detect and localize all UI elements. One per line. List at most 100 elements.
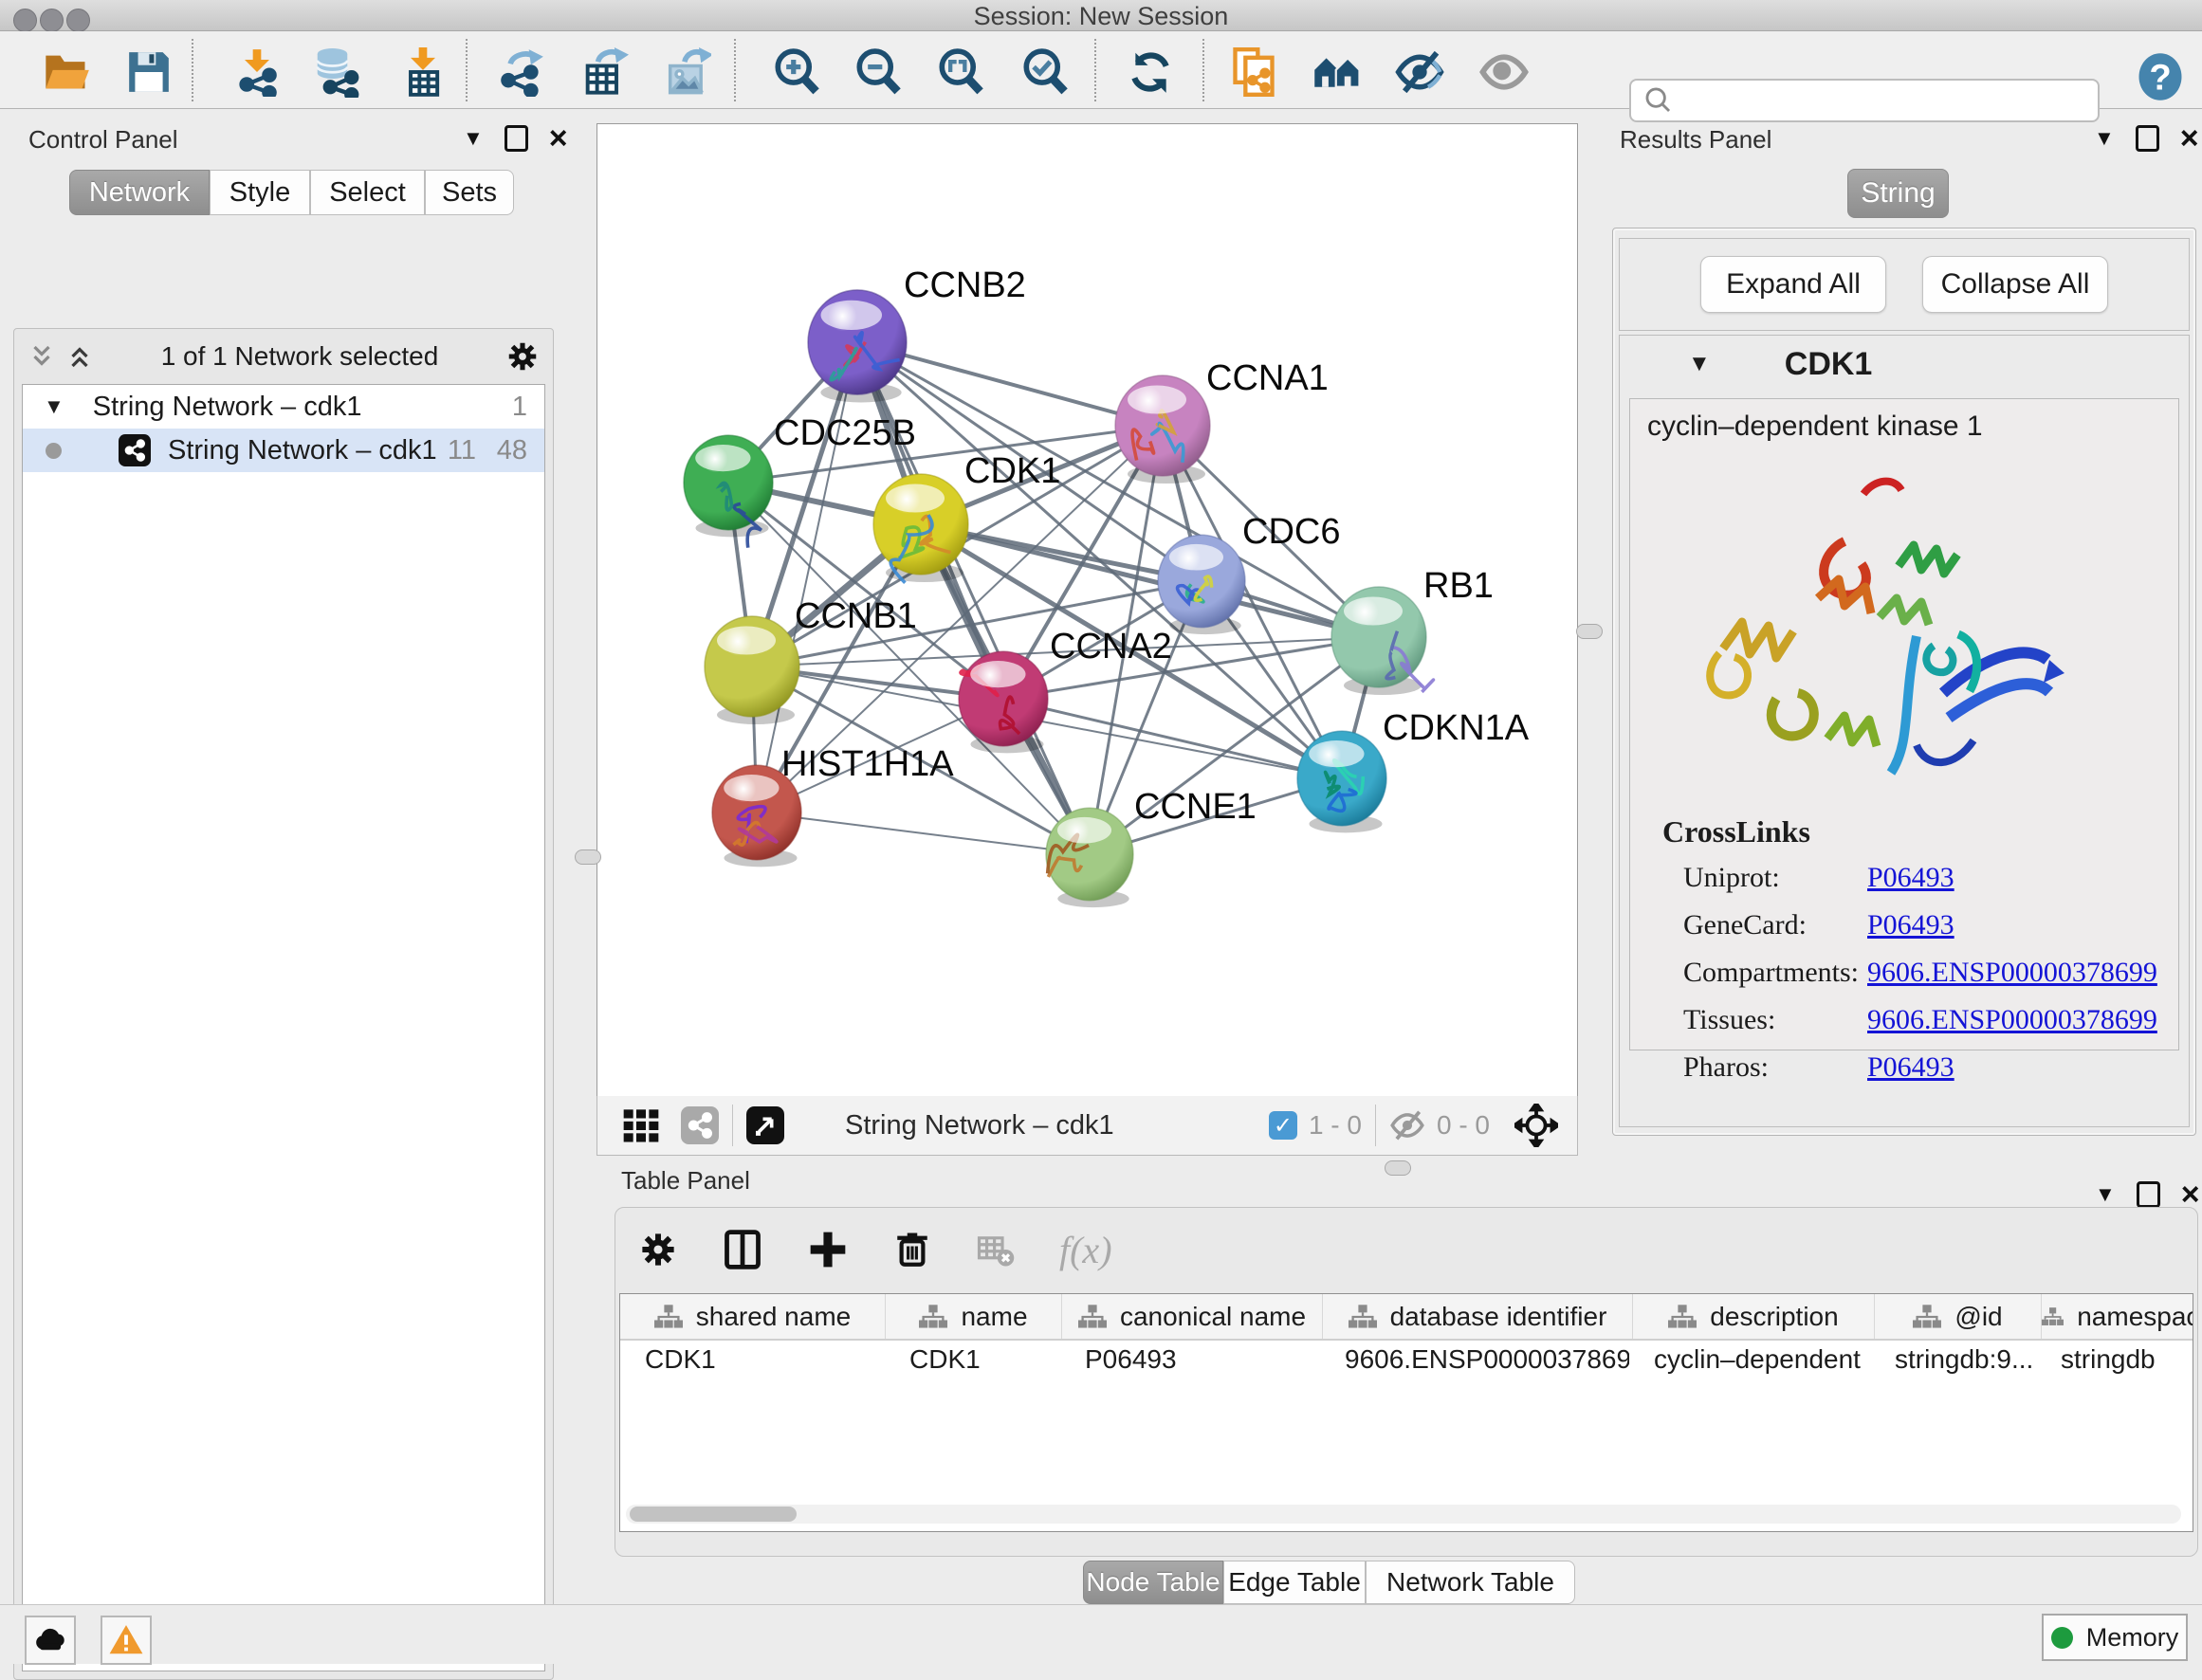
table-row[interactable]: CDK1CDK1P064939606.ENSP00000378699cyclin…: [620, 1341, 2193, 1379]
export-image-button[interactable]: [656, 42, 717, 102]
tab-node-table[interactable]: Node Table: [1083, 1561, 1223, 1604]
table-cell[interactable]: 9606.ENSP00000378699: [1320, 1341, 1629, 1379]
duplicate-network-button[interactable]: [1223, 42, 1284, 102]
entry-header[interactable]: ▼ CDK1: [1620, 336, 2189, 393]
add-column-icon[interactable]: [807, 1229, 849, 1270]
zoom-out-button[interactable]: [848, 42, 908, 102]
table-options-gear-icon[interactable]: [638, 1230, 678, 1269]
memory-button[interactable]: Memory: [2042, 1614, 2188, 1661]
column-header--id[interactable]: @id: [1875, 1294, 2042, 1339]
zoom-fit-button[interactable]: [930, 42, 991, 102]
column-header-shared-name[interactable]: shared name: [620, 1294, 886, 1339]
function-builder-icon[interactable]: f(x): [1059, 1228, 1112, 1272]
column-header-canonical-name[interactable]: canonical name: [1062, 1294, 1323, 1339]
tab-edge-table[interactable]: Edge Table: [1223, 1561, 1366, 1604]
collapse-all-chevron-icon[interactable]: [28, 342, 56, 371]
network-collection-row[interactable]: ▼ String Network – cdk1 1: [23, 385, 544, 429]
column-header-description[interactable]: description: [1633, 1294, 1875, 1339]
panel-float-icon[interactable]: [505, 125, 528, 152]
tab-style[interactable]: Style: [210, 170, 310, 215]
network-node-CCNA2[interactable]: [959, 651, 1048, 753]
table-cell[interactable]: stringdb:9...: [1870, 1341, 2036, 1379]
scrollbar-thumb[interactable]: [630, 1507, 797, 1522]
network-edge[interactable]: [1003, 699, 1342, 778]
grid-view-icon[interactable]: [622, 1106, 660, 1144]
column-header-namespace[interactable]: namespace: [2042, 1294, 2193, 1339]
column-header-database-identifier[interactable]: database identifier: [1323, 1294, 1633, 1339]
crosslink-link[interactable]: P06493: [1867, 862, 1954, 894]
collection-expand-icon[interactable]: ▼: [44, 394, 64, 419]
delete-table-icon[interactable]: [976, 1230, 1016, 1269]
show-columns-icon[interactable]: [722, 1229, 763, 1270]
tab-network-table[interactable]: Network Table: [1366, 1561, 1575, 1604]
table-cell[interactable]: stringdb: [2036, 1341, 2193, 1379]
panel-float-icon[interactable]: [2136, 125, 2159, 152]
panel-collapse-icon[interactable]: ▼: [2095, 1182, 2116, 1207]
delete-column-icon[interactable]: [892, 1230, 932, 1269]
network-node-CCNB1[interactable]: [705, 616, 799, 724]
panel-close-icon[interactable]: ×: [2180, 128, 2199, 149]
table-cell[interactable]: CDK1: [620, 1341, 885, 1379]
left-splitter-handle[interactable]: [575, 849, 601, 865]
tab-select[interactable]: Select: [310, 170, 425, 215]
hidden-eye-slash-icon[interactable]: [1389, 1107, 1425, 1143]
table-horizontal-scrollbar[interactable]: [626, 1505, 2181, 1524]
network-node-CCNE1[interactable]: [1046, 808, 1133, 907]
panel-close-icon[interactable]: ×: [2181, 1184, 2200, 1205]
network-node-CCNA1[interactable]: [1115, 375, 1210, 484]
network-node-CCNB2[interactable]: [808, 290, 907, 403]
show-all-button[interactable]: [1474, 42, 1534, 102]
fit-selected-crosshair-icon[interactable]: [1514, 1104, 1558, 1147]
network-options-gear-icon[interactable]: [505, 339, 540, 374]
expand-all-button[interactable]: Expand All: [1700, 256, 1886, 313]
export-network-button[interactable]: [490, 42, 551, 102]
zoom-selected-button[interactable]: [1015, 42, 1075, 102]
network-edge[interactable]: [757, 813, 1090, 854]
birdseye-view-icon[interactable]: [746, 1106, 784, 1144]
expand-all-chevron-icon[interactable]: [65, 342, 94, 371]
panel-collapse-icon[interactable]: ▼: [2094, 126, 2115, 151]
table-header-row: shared namenamecanonical namedatabase id…: [620, 1294, 2193, 1341]
export-table-button[interactable]: [574, 42, 634, 102]
open-session-button[interactable]: [36, 42, 97, 102]
tab-network[interactable]: Network: [69, 170, 210, 215]
network-node-CDK1[interactable]: [873, 474, 968, 583]
table-cell[interactable]: P06493: [1060, 1341, 1320, 1379]
hide-selected-button[interactable]: [1389, 42, 1450, 102]
tab-string[interactable]: String: [1847, 169, 1949, 218]
panel-float-icon[interactable]: [2137, 1181, 2160, 1208]
network-node-CDC25B[interactable]: [684, 435, 773, 548]
network-view-share-icon[interactable]: [681, 1106, 719, 1144]
network-node-RB1[interactable]: [1331, 587, 1434, 695]
import-table-file-button[interactable]: [393, 42, 453, 102]
entry-description: cyclin–dependent kinase 1: [1647, 411, 1983, 443]
crosslink-link[interactable]: P06493: [1867, 909, 1954, 941]
help-button[interactable]: ?: [2130, 46, 2191, 107]
entry-collapse-icon[interactable]: ▼: [1688, 351, 1711, 377]
refresh-button[interactable]: [1120, 42, 1181, 102]
column-header-name[interactable]: name: [886, 1294, 1062, 1339]
import-network-file-button[interactable]: [227, 42, 287, 102]
home-button[interactable]: [1308, 42, 1368, 102]
crosslink-link[interactable]: 9606.ENSP00000378699: [1867, 1004, 2157, 1036]
collapse-all-button[interactable]: Collapse All: [1922, 256, 2108, 313]
table-cell[interactable]: cyclin–dependent ...: [1629, 1341, 1870, 1379]
zoom-in-button[interactable]: [766, 42, 827, 102]
network-canvas[interactable]: CCNB2CCNA1CDC25BCDK1CDC6RB1CCNB1CCNA2CDK…: [596, 123, 1578, 1097]
table-cell[interactable]: CDK1: [885, 1341, 1060, 1379]
tab-sets[interactable]: Sets: [425, 170, 514, 215]
panel-collapse-icon[interactable]: ▼: [463, 126, 484, 151]
crosslink-link[interactable]: P06493: [1867, 1051, 1954, 1084]
network-item-row[interactable]: String Network – cdk1 11 48: [23, 429, 544, 472]
network-node-CDC6[interactable]: [1158, 535, 1245, 634]
selected-checkbox-icon[interactable]: ✓: [1269, 1111, 1297, 1140]
network-node-CDKN1A[interactable]: [1297, 731, 1386, 832]
panel-close-icon[interactable]: ×: [549, 128, 568, 149]
right-splitter-handle[interactable]: [1576, 624, 1603, 639]
network-graph[interactable]: CCNB2CCNA1CDC25BCDK1CDC6RB1CCNB1CCNA2CDK…: [597, 124, 1577, 1096]
warnings-button[interactable]: [101, 1616, 152, 1665]
crosslink-link[interactable]: 9606.ENSP00000378699: [1867, 957, 2157, 989]
import-network-database-button[interactable]: [306, 42, 367, 102]
cloud-status-button[interactable]: [25, 1616, 76, 1665]
save-session-button[interactable]: [119, 42, 179, 102]
